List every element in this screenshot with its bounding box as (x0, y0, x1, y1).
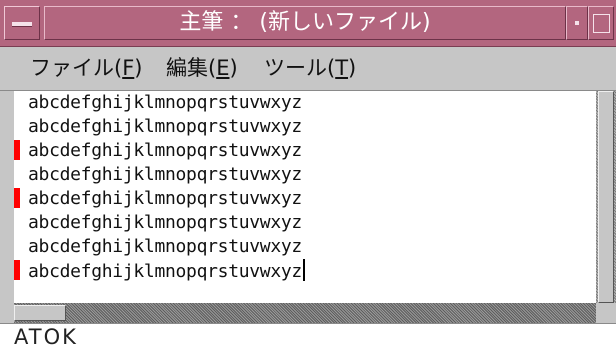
menu-file-suffix: ) (134, 56, 143, 80)
menu-tools[interactable]: ツール(T) (264, 55, 356, 81)
minimize-icon (575, 21, 579, 25)
menu-file-mnemonic: F (122, 56, 135, 80)
text-line-current: abcdefghijklmnopqrstuvwxyz (28, 259, 305, 284)
scroll-gutter (0, 303, 14, 323)
maximize-button[interactable] (588, 6, 614, 40)
window-title: 主筆 ： (新しいファイル) (44, 6, 566, 40)
change-gutter (0, 91, 14, 303)
input-method-name: ATOK (14, 325, 78, 349)
menu-tools-label: ツール( (264, 56, 336, 80)
title-bar[interactable]: 主筆 ： (新しいファイル) (0, 0, 616, 47)
menu-edit-suffix: ) (229, 56, 238, 80)
vertical-scrollbar[interactable] (596, 91, 616, 303)
text-caret (302, 259, 305, 281)
text-line: abcdefghijklmnopqrstuvwxyz (28, 92, 302, 113)
menu-tools-mnemonic: T (335, 56, 349, 80)
change-marker (14, 260, 20, 280)
text-line: abcdefghijklmnopqrstuvwxyz (28, 236, 302, 257)
text-line: abcdefghijklmnopqrstuvwxyz (28, 188, 302, 209)
menu-edit[interactable]: 編集(E) (166, 55, 238, 81)
menu-edit-label: 編集( (166, 56, 217, 80)
maximize-icon (593, 14, 610, 33)
menu-file[interactable]: ファイル(F) (30, 55, 143, 81)
horizontal-scroll-thumb[interactable] (14, 305, 66, 321)
editor-window: 主筆 ： (新しいファイル) ファイル(F) 編集(E) ツール(T) abcd… (0, 0, 616, 351)
menu-tools-suffix: ) (348, 56, 357, 80)
menu-edit-mnemonic: E (216, 56, 230, 80)
text-line: abcdefghijklmnopqrstuvwxyz (28, 164, 302, 185)
menu-file-label: ファイル( (30, 56, 123, 80)
change-marker (14, 140, 20, 160)
window-menu-button[interactable] (4, 6, 40, 40)
text-line: abcdefghijklmnopqrstuvwxyz (28, 212, 302, 233)
horizontal-scrollbar[interactable] (14, 303, 596, 323)
text-line: abcdefghijklmnopqrstuvwxyz (28, 140, 302, 161)
input-method-bar: ATOK (0, 323, 616, 351)
text-line: abcdefghijklmnopqrstuvwxyz (28, 116, 302, 137)
menu-bar: ファイル(F) 編集(E) ツール(T) (0, 47, 616, 91)
window-menu-icon (12, 22, 32, 27)
change-marker (14, 188, 20, 208)
scrollbar-corner (596, 303, 616, 323)
text-line-content: abcdefghijklmnopqrstuvwxyz (28, 261, 302, 282)
vertical-scroll-thumb[interactable] (598, 91, 614, 303)
minimize-button[interactable] (566, 6, 588, 40)
